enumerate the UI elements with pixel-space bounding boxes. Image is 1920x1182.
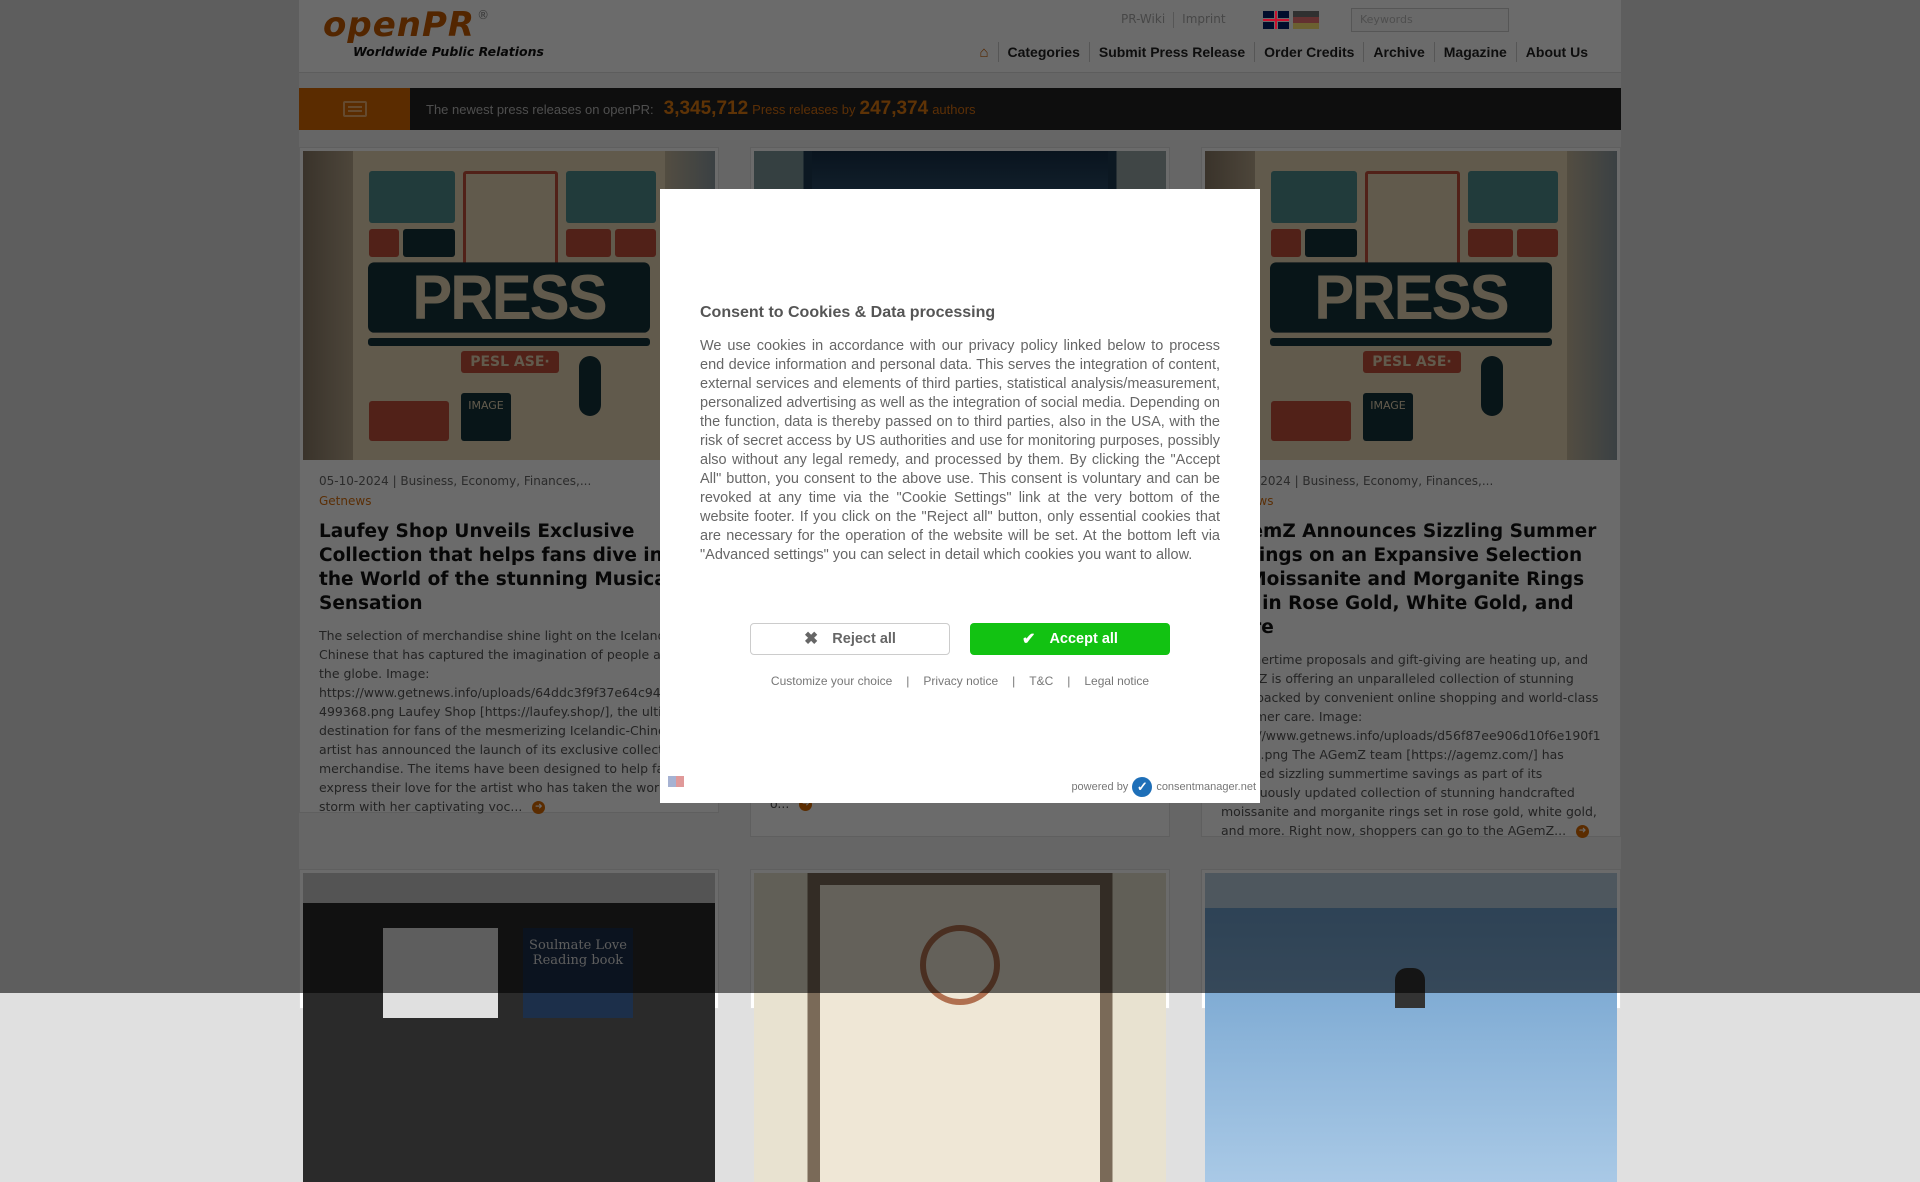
link-legal-notice[interactable]: Legal notice [1084,674,1149,688]
reject-all-button[interactable]: ✖ Reject all [750,623,950,655]
reject-label: Reject all [832,631,896,647]
checkmark-icon: ✔ [1022,631,1036,648]
provider-name[interactable]: consentmanager.net [1156,781,1256,793]
consent-title: Consent to Cookies & Data processing [700,304,996,321]
consent-links: Customize your choice | Privacy notice | T&C… [770,674,1150,688]
link-customize-choice[interactable]: Customize your choice [771,674,892,688]
accept-label: Accept all [1049,631,1118,647]
close-icon: ✖ [804,629,819,648]
powered-by: powered by ✓ consentmanager.net [1071,777,1256,797]
consentmanager-logo-icon: ✓ [1132,777,1153,797]
link-tnc[interactable]: T&C [1029,674,1053,688]
language-flag-icon[interactable] [668,776,684,787]
cookie-consent-dialog: Consent to Cookies & Data processing We … [660,189,1260,803]
link-privacy-notice[interactable]: Privacy notice [923,674,998,688]
consent-body: We use cookies in accordance with our pr… [700,338,1220,563]
powered-by-text: powered by [1071,781,1129,793]
accept-all-button[interactable]: ✔ Accept all [970,623,1170,655]
